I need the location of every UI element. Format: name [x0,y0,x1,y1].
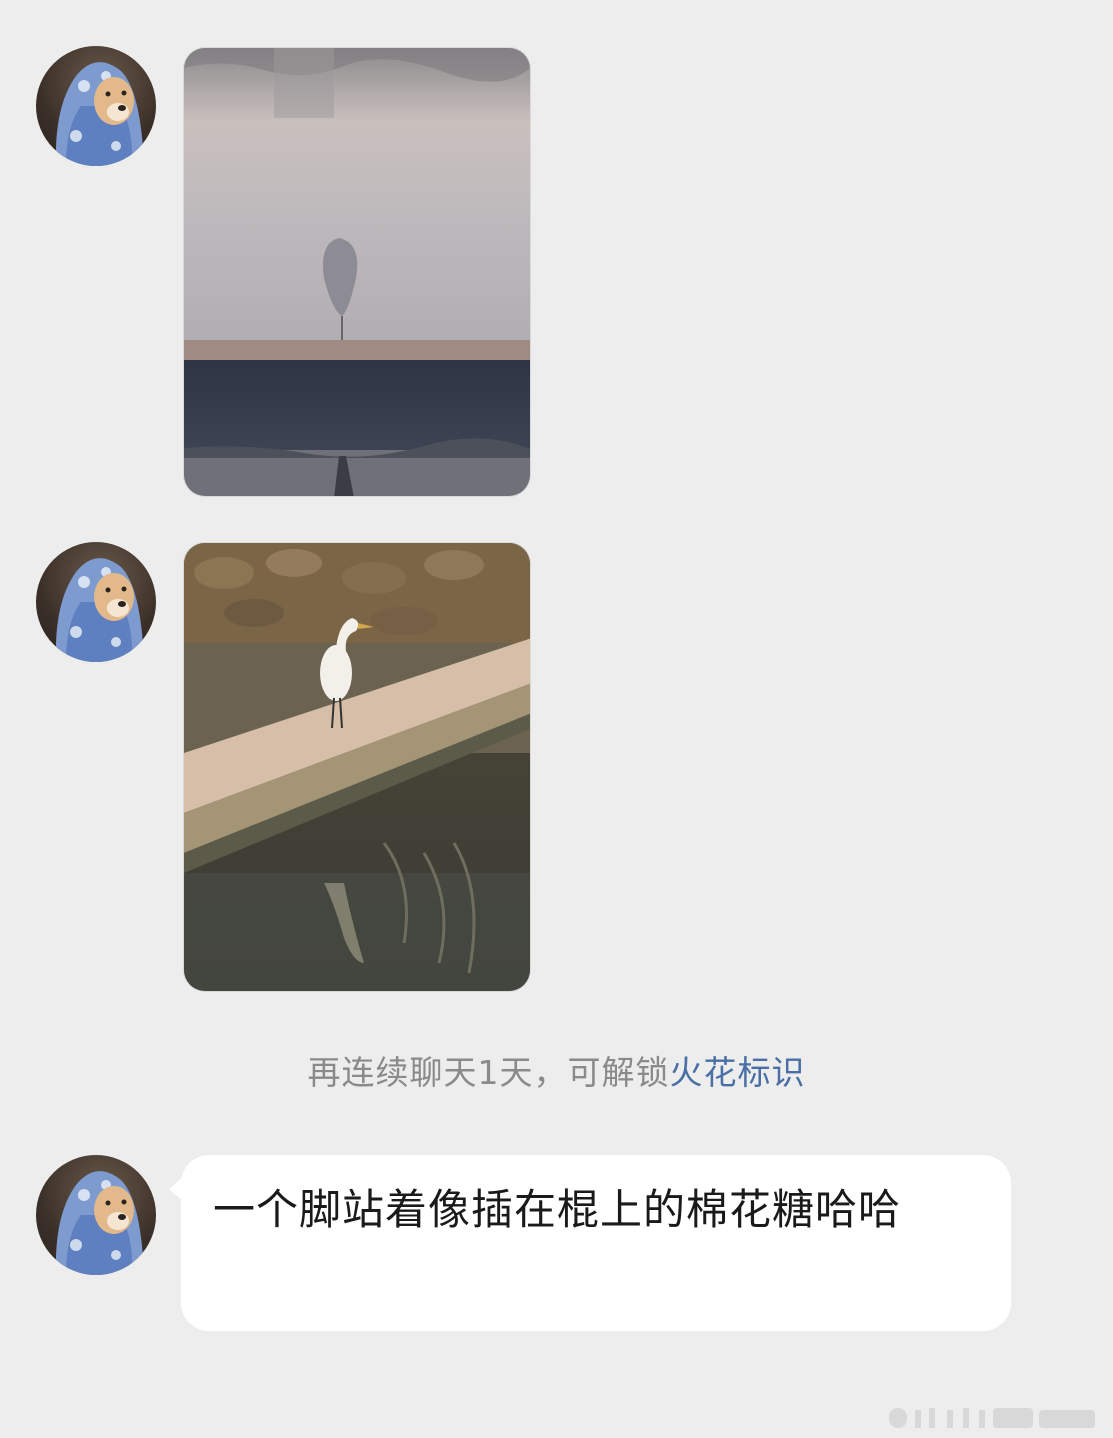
egret-shadow-photo [184,48,530,496]
spark-badge-link[interactable]: 火花标识 [670,1053,806,1092]
avatar[interactable] [36,1155,156,1275]
system-tip: 再连续聊天1天，可解锁火花标识 [0,1046,1113,1094]
egret-on-ledge-photo [184,543,530,991]
message-bubble[interactable]: 一个脚站着像插在棍上的棉花糖哈哈 [169,1155,1011,1331]
system-tip-text: 再连续聊天1天，可解锁 [307,1053,670,1092]
shiba-dog-headscarf-icon [55,62,144,166]
message-text: 一个脚站着像插在棍上的棉花糖哈哈 [213,1185,902,1234]
watermark-logo [889,1408,1095,1428]
chat-image-1[interactable] [183,47,531,497]
chat-image-2[interactable] [183,542,531,992]
avatar[interactable] [36,46,156,166]
avatar[interactable] [36,542,156,662]
shiba-dog-headscarf-icon [55,558,144,662]
shiba-dog-headscarf-icon [55,1171,144,1275]
